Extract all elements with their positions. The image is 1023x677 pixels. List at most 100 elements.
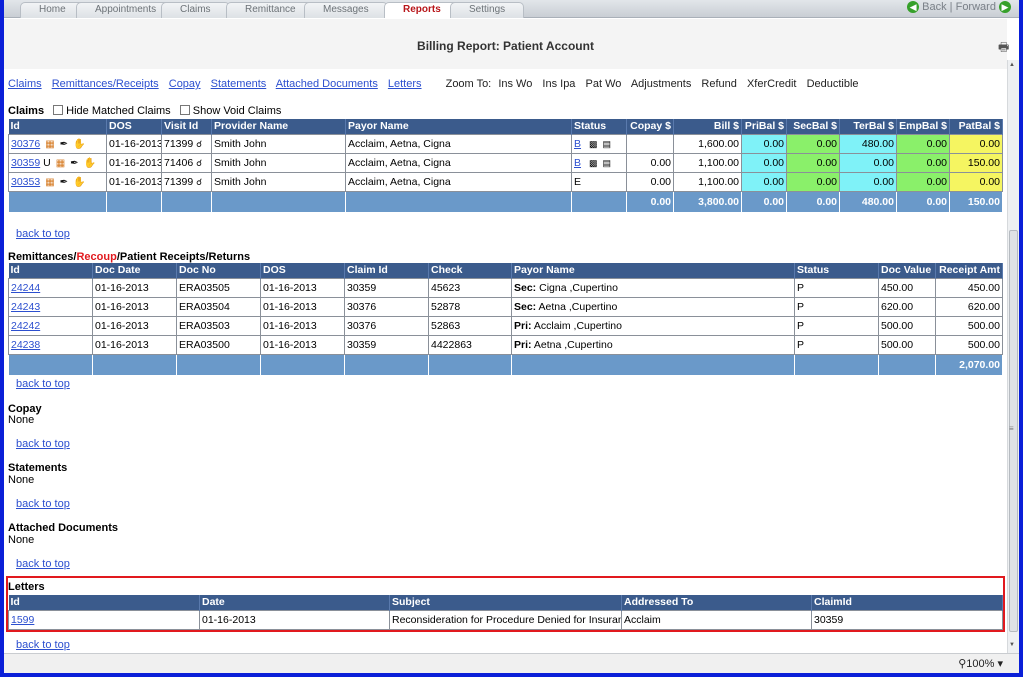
back-arrow-icon[interactable]: ◀: [907, 1, 920, 14]
hand-icon[interactable]: ✋: [73, 177, 85, 188]
col-letter-date[interactable]: Date: [199, 595, 390, 610]
barcode-icon[interactable]: ▤: [602, 139, 611, 150]
status-link[interactable]: B: [574, 157, 581, 169]
tab-reports[interactable]: Reports: [384, 2, 460, 18]
printer-icon[interactable]: 🖶: [998, 38, 1009, 59]
link-statements[interactable]: Statements: [211, 78, 267, 90]
forward-arrow-icon[interactable]: ▶: [999, 1, 1011, 14]
col-empbal[interactable]: EmpBal $: [896, 119, 950, 134]
remit-payor-cell: Sec: Aetna ,Cupertino: [511, 296, 795, 317]
zoom-refund[interactable]: Refund: [701, 78, 736, 90]
zoom-deductible[interactable]: Deductible: [807, 78, 859, 90]
stethoscope-icon[interactable]: ☌: [196, 158, 202, 168]
col-patbal[interactable]: PatBal $: [949, 119, 1003, 134]
link-claims[interactable]: Claims: [8, 78, 42, 90]
col-remit-id[interactable]: Id: [8, 263, 93, 278]
chevron-down-icon[interactable]: ▾: [997, 658, 1003, 670]
col-copay[interactable]: Copay $: [626, 119, 674, 134]
claim-id-link[interactable]: 30376: [11, 138, 40, 150]
hide-matched-claims-checkbox[interactable]: [53, 105, 64, 115]
document-icon[interactable]: ▦: [45, 177, 54, 188]
col-payor[interactable]: Payor Name: [345, 119, 572, 134]
scan-icon[interactable]: ▩: [589, 139, 598, 150]
claims-header-row: Id DOS Visit Id Provider Name Payor Name…: [8, 119, 1003, 134]
forward-link[interactable]: Forward: [956, 1, 996, 13]
col-claim-id[interactable]: Claim Id: [344, 263, 429, 278]
vertical-scrollbar[interactable]: ▲ ≡ ▼: [1007, 60, 1019, 653]
remit-id-link[interactable]: 24238: [11, 339, 40, 351]
barcode-icon[interactable]: ▤: [602, 158, 611, 169]
status-link[interactable]: B: [574, 138, 581, 150]
remit-id-link[interactable]: 24243: [11, 301, 40, 313]
letter-row: 1599 01-16-2013 Reconsideration for Proc…: [8, 609, 1003, 630]
link-copay[interactable]: Copay: [169, 78, 201, 90]
col-remit-dos[interactable]: DOS: [260, 263, 345, 278]
link-remittances[interactable]: Remittances/Receipts: [52, 78, 159, 90]
phone-icon[interactable]: ✒: [60, 177, 68, 188]
col-doc-value[interactable]: Doc Value: [878, 263, 936, 278]
tab-messages[interactable]: Messages: [304, 2, 388, 18]
col-dos[interactable]: DOS: [106, 119, 162, 134]
back-to-top-link[interactable]: back to top: [16, 378, 70, 390]
stethoscope-icon[interactable]: ☌: [196, 139, 202, 149]
back-to-top-link[interactable]: back to top: [16, 498, 70, 510]
claim-id-link[interactable]: 30353: [11, 176, 40, 188]
tab-claims[interactable]: Claims: [161, 2, 230, 18]
col-remit-payor[interactable]: Payor Name: [511, 263, 795, 278]
back-to-top-link[interactable]: back to top: [16, 228, 70, 240]
remit-id-link[interactable]: 24242: [11, 320, 40, 332]
tab-remittance[interactable]: Remittance: [226, 2, 315, 18]
link-letters[interactable]: Letters: [388, 78, 422, 90]
hand-icon[interactable]: ✋: [84, 158, 96, 169]
col-terbal[interactable]: TerBal $: [839, 119, 897, 134]
back-to-top-link[interactable]: back to top: [16, 639, 70, 651]
col-doc-no[interactable]: Doc No: [176, 263, 261, 278]
visit-cell: 71399 ☌: [161, 171, 212, 192]
remit-id-link[interactable]: 24244: [11, 282, 40, 294]
letter-id-link[interactable]: 1599: [11, 614, 34, 626]
col-remit-status[interactable]: Status: [794, 263, 879, 278]
col-status[interactable]: Status: [571, 119, 627, 134]
document-icon[interactable]: ▦: [56, 158, 65, 169]
show-void-claims-checkbox[interactable]: [179, 105, 190, 115]
link-attached-documents[interactable]: Attached Documents: [276, 78, 378, 90]
col-visit-id[interactable]: Visit Id: [161, 119, 212, 134]
remit-dos-cell: 01-16-2013: [260, 315, 345, 336]
zoom-adjustments[interactable]: Adjustments: [631, 78, 692, 90]
secbal-cell: 0.00: [786, 171, 840, 192]
claim-id-link[interactable]: 30359: [11, 157, 40, 169]
col-subject[interactable]: Subject: [389, 595, 622, 610]
scroll-down-arrow-icon[interactable]: ▼: [1009, 642, 1015, 648]
phone-icon[interactable]: ✒: [60, 139, 68, 150]
col-check[interactable]: Check: [428, 263, 512, 278]
scan-icon[interactable]: ▩: [589, 158, 598, 169]
hand-icon[interactable]: ✋: [73, 139, 85, 150]
statements-empty-text: None: [8, 474, 35, 486]
zoom-xfercredit[interactable]: XferCredit: [747, 78, 797, 90]
zoom-control[interactable]: ⚲100% ▾: [958, 657, 1003, 670]
document-icon[interactable]: ▦: [45, 139, 54, 150]
zoom-ins-ipa[interactable]: Ins Ipa: [542, 78, 575, 90]
stethoscope-icon[interactable]: ☌: [196, 177, 202, 187]
col-secbal[interactable]: SecBal $: [786, 119, 840, 134]
page-title: Billing Report: Patient Account: [417, 39, 594, 53]
col-letter-claim-id[interactable]: ClaimId: [811, 595, 1003, 610]
col-addressed-to[interactable]: Addressed To: [621, 595, 812, 610]
col-receipt-amt[interactable]: Receipt Amt: [935, 263, 1003, 278]
tab-settings[interactable]: Settings: [450, 2, 525, 18]
col-letter-id[interactable]: Id: [8, 595, 200, 610]
empbal-cell: 0.00: [896, 171, 950, 192]
scroll-up-arrow-icon[interactable]: ▲: [1009, 62, 1015, 68]
col-pribal[interactable]: PriBal $: [741, 119, 787, 134]
col-id[interactable]: Id: [8, 119, 107, 134]
col-bill[interactable]: Bill $: [673, 119, 742, 134]
col-doc-date[interactable]: Doc Date: [92, 263, 177, 278]
back-to-top-link[interactable]: back to top: [16, 438, 70, 450]
col-provider[interactable]: Provider Name: [211, 119, 346, 134]
phone-icon[interactable]: ✒: [70, 158, 78, 169]
zoom-ins-wo[interactable]: Ins Wo: [498, 78, 532, 90]
back-to-top-link[interactable]: back to top: [16, 558, 70, 570]
zoom-pat-wo[interactable]: Pat Wo: [586, 78, 622, 90]
back-link[interactable]: Back: [922, 1, 946, 13]
tab-home[interactable]: Home: [20, 2, 85, 18]
